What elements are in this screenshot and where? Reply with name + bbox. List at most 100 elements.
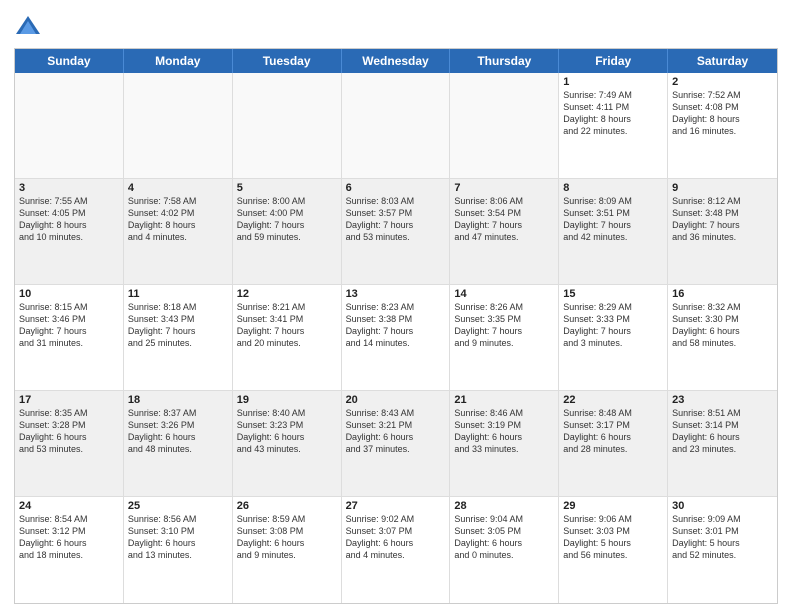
- day-number: 29: [563, 500, 663, 512]
- calendar-week-4: 17Sunrise: 8:35 AM Sunset: 3:28 PM Dayli…: [15, 391, 777, 497]
- day-number: 13: [346, 288, 446, 300]
- day-number: 8: [563, 182, 663, 194]
- table-row: 28Sunrise: 9:04 AM Sunset: 3:05 PM Dayli…: [450, 497, 559, 603]
- day-number: 12: [237, 288, 337, 300]
- table-row: 9Sunrise: 8:12 AM Sunset: 3:48 PM Daylig…: [668, 179, 777, 284]
- cell-detail: Sunrise: 9:09 AM Sunset: 3:01 PM Dayligh…: [672, 513, 773, 562]
- table-row: 30Sunrise: 9:09 AM Sunset: 3:01 PM Dayli…: [668, 497, 777, 603]
- table-row: [15, 73, 124, 178]
- cell-detail: Sunrise: 8:15 AM Sunset: 3:46 PM Dayligh…: [19, 301, 119, 350]
- day-number: 9: [672, 182, 773, 194]
- table-row: 4Sunrise: 7:58 AM Sunset: 4:02 PM Daylig…: [124, 179, 233, 284]
- cell-detail: Sunrise: 8:56 AM Sunset: 3:10 PM Dayligh…: [128, 513, 228, 562]
- header-day-wednesday: Wednesday: [342, 49, 451, 73]
- table-row: 15Sunrise: 8:29 AM Sunset: 3:33 PM Dayli…: [559, 285, 668, 390]
- day-number: 22: [563, 394, 663, 406]
- day-number: 18: [128, 394, 228, 406]
- cell-detail: Sunrise: 7:58 AM Sunset: 4:02 PM Dayligh…: [128, 195, 228, 244]
- calendar-body: 1Sunrise: 7:49 AM Sunset: 4:11 PM Daylig…: [15, 73, 777, 603]
- table-row: 19Sunrise: 8:40 AM Sunset: 3:23 PM Dayli…: [233, 391, 342, 496]
- cell-detail: Sunrise: 8:51 AM Sunset: 3:14 PM Dayligh…: [672, 407, 773, 456]
- day-number: 4: [128, 182, 228, 194]
- table-row: 10Sunrise: 8:15 AM Sunset: 3:46 PM Dayli…: [15, 285, 124, 390]
- table-row: 18Sunrise: 8:37 AM Sunset: 3:26 PM Dayli…: [124, 391, 233, 496]
- cell-detail: Sunrise: 8:00 AM Sunset: 4:00 PM Dayligh…: [237, 195, 337, 244]
- cell-detail: Sunrise: 9:06 AM Sunset: 3:03 PM Dayligh…: [563, 513, 663, 562]
- table-row: 24Sunrise: 8:54 AM Sunset: 3:12 PM Dayli…: [15, 497, 124, 603]
- calendar-week-1: 1Sunrise: 7:49 AM Sunset: 4:11 PM Daylig…: [15, 73, 777, 179]
- day-number: 25: [128, 500, 228, 512]
- day-number: 1: [563, 76, 663, 88]
- day-number: 16: [672, 288, 773, 300]
- cell-detail: Sunrise: 8:03 AM Sunset: 3:57 PM Dayligh…: [346, 195, 446, 244]
- header-day-tuesday: Tuesday: [233, 49, 342, 73]
- day-number: 5: [237, 182, 337, 194]
- day-number: 26: [237, 500, 337, 512]
- cell-detail: Sunrise: 8:32 AM Sunset: 3:30 PM Dayligh…: [672, 301, 773, 350]
- day-number: 23: [672, 394, 773, 406]
- table-row: 11Sunrise: 8:18 AM Sunset: 3:43 PM Dayli…: [124, 285, 233, 390]
- cell-detail: Sunrise: 7:49 AM Sunset: 4:11 PM Dayligh…: [563, 89, 663, 138]
- cell-detail: Sunrise: 8:18 AM Sunset: 3:43 PM Dayligh…: [128, 301, 228, 350]
- table-row: 8Sunrise: 8:09 AM Sunset: 3:51 PM Daylig…: [559, 179, 668, 284]
- calendar-week-3: 10Sunrise: 8:15 AM Sunset: 3:46 PM Dayli…: [15, 285, 777, 391]
- header-day-thursday: Thursday: [450, 49, 559, 73]
- table-row: 5Sunrise: 8:00 AM Sunset: 4:00 PM Daylig…: [233, 179, 342, 284]
- table-row: 26Sunrise: 8:59 AM Sunset: 3:08 PM Dayli…: [233, 497, 342, 603]
- table-row: 14Sunrise: 8:26 AM Sunset: 3:35 PM Dayli…: [450, 285, 559, 390]
- table-row: [124, 73, 233, 178]
- table-row: 3Sunrise: 7:55 AM Sunset: 4:05 PM Daylig…: [15, 179, 124, 284]
- header-day-monday: Monday: [124, 49, 233, 73]
- day-number: 15: [563, 288, 663, 300]
- cell-detail: Sunrise: 8:37 AM Sunset: 3:26 PM Dayligh…: [128, 407, 228, 456]
- table-row: 6Sunrise: 8:03 AM Sunset: 3:57 PM Daylig…: [342, 179, 451, 284]
- logo-icon: [14, 14, 42, 42]
- table-row: 16Sunrise: 8:32 AM Sunset: 3:30 PM Dayli…: [668, 285, 777, 390]
- cell-detail: Sunrise: 8:46 AM Sunset: 3:19 PM Dayligh…: [454, 407, 554, 456]
- calendar: SundayMondayTuesdayWednesdayThursdayFrid…: [14, 48, 778, 604]
- cell-detail: Sunrise: 8:40 AM Sunset: 3:23 PM Dayligh…: [237, 407, 337, 456]
- cell-detail: Sunrise: 8:09 AM Sunset: 3:51 PM Dayligh…: [563, 195, 663, 244]
- table-row: 7Sunrise: 8:06 AM Sunset: 3:54 PM Daylig…: [450, 179, 559, 284]
- table-row: 22Sunrise: 8:48 AM Sunset: 3:17 PM Dayli…: [559, 391, 668, 496]
- table-row: 29Sunrise: 9:06 AM Sunset: 3:03 PM Dayli…: [559, 497, 668, 603]
- day-number: 28: [454, 500, 554, 512]
- day-number: 7: [454, 182, 554, 194]
- calendar-week-2: 3Sunrise: 7:55 AM Sunset: 4:05 PM Daylig…: [15, 179, 777, 285]
- calendar-header: SundayMondayTuesdayWednesdayThursdayFrid…: [15, 49, 777, 73]
- table-row: 21Sunrise: 8:46 AM Sunset: 3:19 PM Dayli…: [450, 391, 559, 496]
- cell-detail: Sunrise: 8:06 AM Sunset: 3:54 PM Dayligh…: [454, 195, 554, 244]
- day-number: 3: [19, 182, 119, 194]
- table-row: 27Sunrise: 9:02 AM Sunset: 3:07 PM Dayli…: [342, 497, 451, 603]
- day-number: 19: [237, 394, 337, 406]
- table-row: [450, 73, 559, 178]
- table-row: [233, 73, 342, 178]
- header: [14, 10, 778, 42]
- cell-detail: Sunrise: 9:04 AM Sunset: 3:05 PM Dayligh…: [454, 513, 554, 562]
- header-day-friday: Friday: [559, 49, 668, 73]
- page: SundayMondayTuesdayWednesdayThursdayFrid…: [0, 0, 792, 612]
- table-row: 13Sunrise: 8:23 AM Sunset: 3:38 PM Dayli…: [342, 285, 451, 390]
- table-row: 2Sunrise: 7:52 AM Sunset: 4:08 PM Daylig…: [668, 73, 777, 178]
- table-row: 20Sunrise: 8:43 AM Sunset: 3:21 PM Dayli…: [342, 391, 451, 496]
- day-number: 27: [346, 500, 446, 512]
- calendar-week-5: 24Sunrise: 8:54 AM Sunset: 3:12 PM Dayli…: [15, 497, 777, 603]
- day-number: 14: [454, 288, 554, 300]
- day-number: 17: [19, 394, 119, 406]
- cell-detail: Sunrise: 8:23 AM Sunset: 3:38 PM Dayligh…: [346, 301, 446, 350]
- cell-detail: Sunrise: 8:54 AM Sunset: 3:12 PM Dayligh…: [19, 513, 119, 562]
- day-number: 21: [454, 394, 554, 406]
- table-row: 12Sunrise: 8:21 AM Sunset: 3:41 PM Dayli…: [233, 285, 342, 390]
- cell-detail: Sunrise: 8:48 AM Sunset: 3:17 PM Dayligh…: [563, 407, 663, 456]
- day-number: 6: [346, 182, 446, 194]
- day-number: 24: [19, 500, 119, 512]
- day-number: 30: [672, 500, 773, 512]
- cell-detail: Sunrise: 7:55 AM Sunset: 4:05 PM Dayligh…: [19, 195, 119, 244]
- day-number: 11: [128, 288, 228, 300]
- cell-detail: Sunrise: 7:52 AM Sunset: 4:08 PM Dayligh…: [672, 89, 773, 138]
- table-row: 17Sunrise: 8:35 AM Sunset: 3:28 PM Dayli…: [15, 391, 124, 496]
- cell-detail: Sunrise: 8:26 AM Sunset: 3:35 PM Dayligh…: [454, 301, 554, 350]
- table-row: 1Sunrise: 7:49 AM Sunset: 4:11 PM Daylig…: [559, 73, 668, 178]
- table-row: [342, 73, 451, 178]
- header-day-saturday: Saturday: [668, 49, 777, 73]
